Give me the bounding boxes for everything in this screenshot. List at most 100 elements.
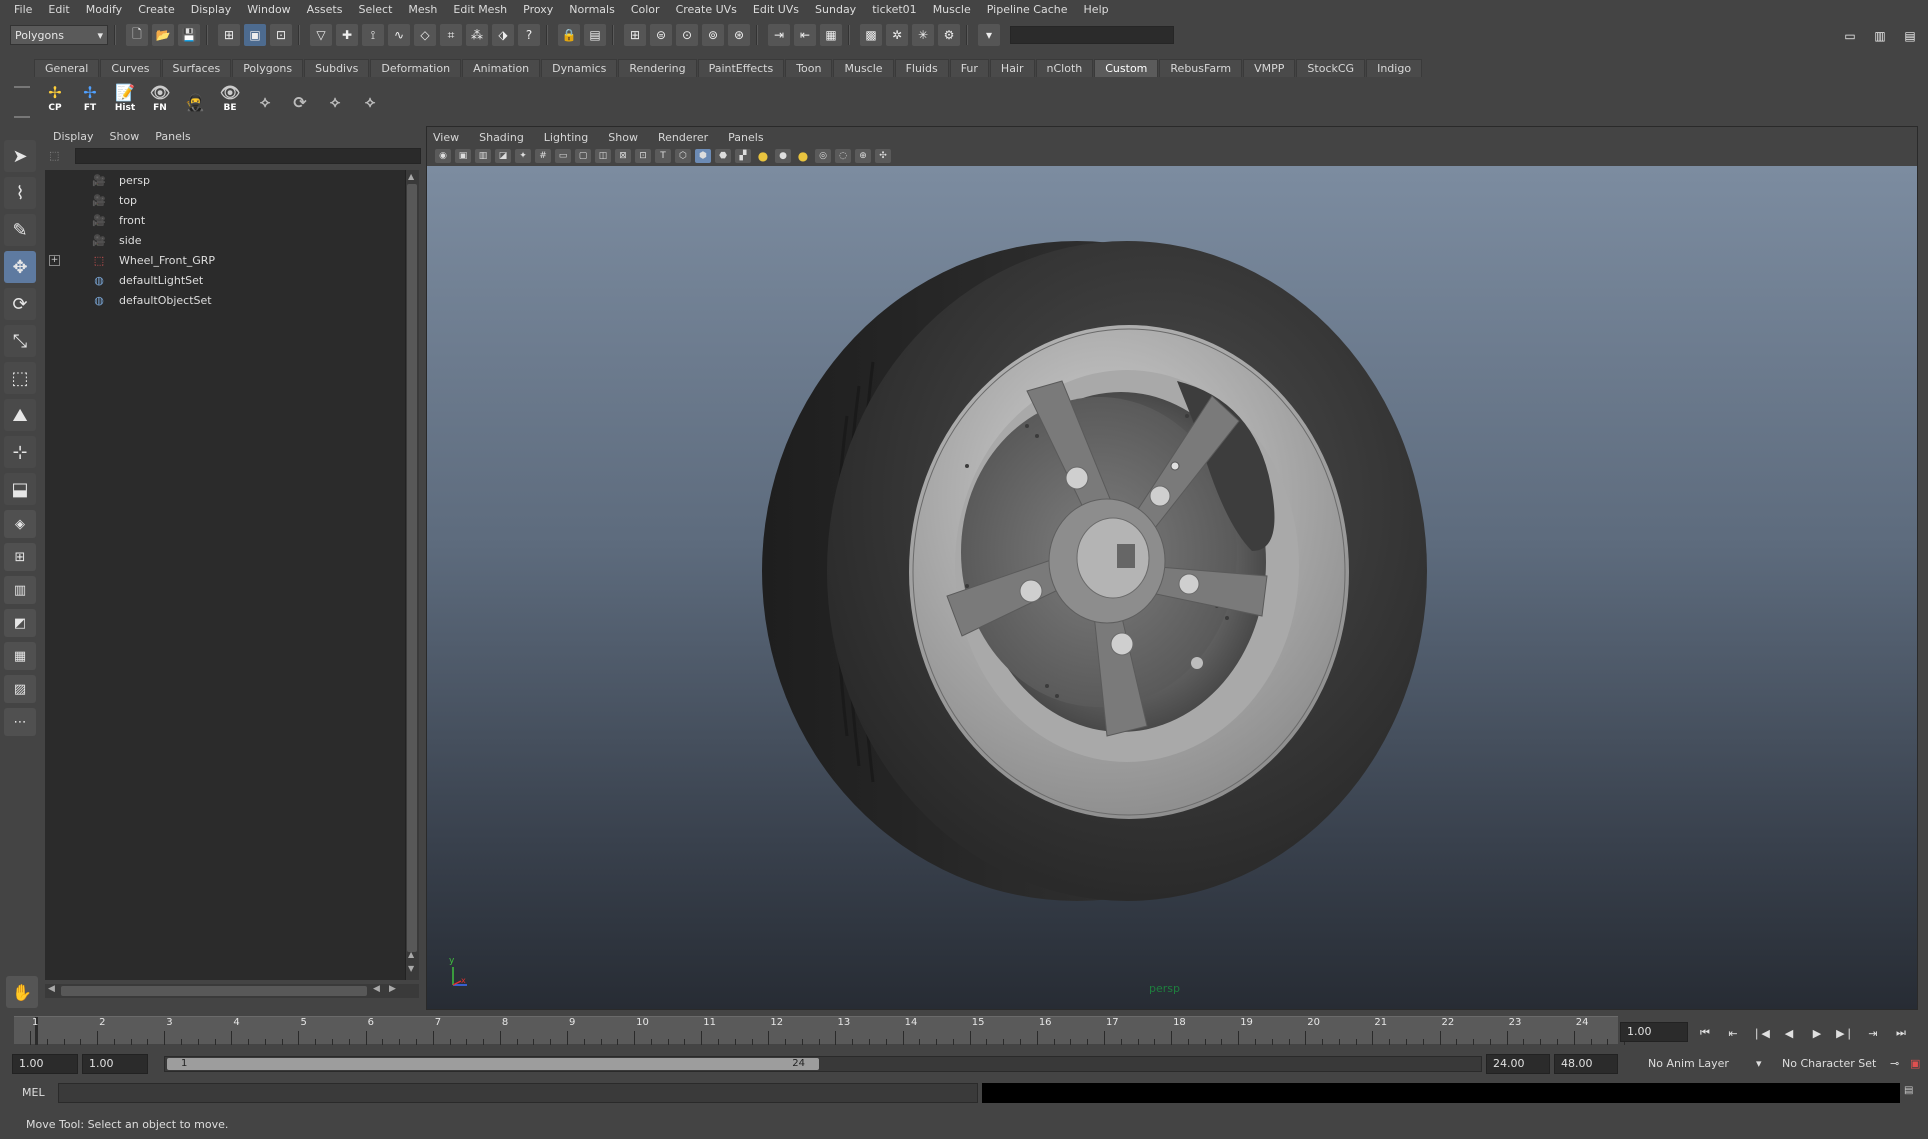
outliner-item[interactable]: ◍ defaultLightSet (45, 270, 405, 290)
select-rendering-icon[interactable]: ⬗ (492, 24, 514, 46)
shelf-button-script-4[interactable]: 🥷 (180, 79, 210, 113)
shelf-tab-hair[interactable]: Hair (989, 59, 1035, 77)
shelf-tab-animation[interactable]: Animation (462, 59, 541, 77)
menu-edit-mesh[interactable]: Edit Mesh (445, 0, 515, 20)
mel-command-input[interactable] (58, 1083, 978, 1103)
shelf-tab-polygons[interactable]: Polygons (232, 59, 304, 77)
shelf-tab-rendering[interactable]: Rendering (618, 59, 697, 77)
universal-manipulator-icon[interactable]: ⬚ (4, 362, 36, 394)
shelf-tab-rebusfarm[interactable]: RebusFarm (1159, 59, 1243, 77)
character-set-dropdown[interactable]: No Character Set (1772, 1054, 1892, 1074)
xray-joints-icon[interactable]: ⊕ (855, 149, 871, 163)
outliner-item[interactable]: 🎥 top (45, 190, 405, 210)
ipr-render-icon[interactable]: ✳ (912, 24, 934, 46)
toggle-channel-box-icon[interactable]: ▤ (1900, 25, 1920, 47)
make-live-icon[interactable]: ⊛ (728, 24, 750, 46)
resolution-gate-icon[interactable]: ▢ (575, 149, 591, 163)
lasso-tool-icon[interactable]: ⌇ (4, 177, 36, 209)
step-back-frame-icon[interactable]: ❘◀ (1751, 1024, 1771, 1042)
save-scene-icon[interactable]: 💾 (178, 24, 200, 46)
current-time-field[interactable]: 1.00 (1620, 1022, 1688, 1042)
highlight-selection-icon[interactable]: ▤ (584, 24, 606, 46)
two-d-pan-zoom-icon[interactable]: ✦ (515, 149, 531, 163)
shelf-tab-subdivs[interactable]: Subdivs (304, 59, 370, 77)
render-current-frame-icon[interactable]: ✲ (886, 24, 908, 46)
safe-title-icon[interactable]: T (655, 149, 671, 163)
viewport-menu-view[interactable]: View (433, 131, 459, 144)
outliner-menu-show[interactable]: Show (110, 130, 140, 143)
shelf-tab-fur[interactable]: Fur (949, 59, 989, 77)
shelf-button-be[interactable]: 👁 BE (215, 79, 245, 114)
select-surfaces-icon[interactable]: ◇ (414, 24, 436, 46)
select-dynamics-icon[interactable]: ⁂ (466, 24, 488, 46)
shelf-tab-muscle[interactable]: Muscle (833, 59, 894, 77)
menu-create[interactable]: Create (130, 0, 183, 20)
shelf-tab-ncloth[interactable]: nCloth (1035, 59, 1094, 77)
menu-muscle[interactable]: Muscle (925, 0, 979, 20)
shelf-button-hist[interactable]: 📝 Hist (110, 79, 140, 114)
shelf-tab-surfaces[interactable]: Surfaces (161, 59, 232, 77)
lock-selection-icon[interactable]: 🔒 (558, 24, 580, 46)
bookmarks-icon[interactable]: ▥ (475, 149, 491, 163)
select-camera-icon[interactable]: ◉ (435, 149, 451, 163)
outliner-item[interactable]: + ⬚ Wheel_Front_GRP (45, 250, 405, 270)
menu-pipeline-cache[interactable]: Pipeline Cache (979, 0, 1076, 20)
quick-selection-field[interactable] (1010, 26, 1174, 44)
select-object-icon[interactable]: ▣ (244, 24, 266, 46)
scroll-left-end-icon[interactable]: ◀ (373, 984, 380, 994)
render-settings-icon[interactable]: ⚙ (938, 24, 960, 46)
render-view-icon[interactable]: ▩ (860, 24, 882, 46)
time-slider-track[interactable]: 1 2 3 4 5 6 7 8 9 10 11 12 13 14 15 16 17 18 19 20 21 22 23 24 (14, 1016, 1626, 1045)
step-forward-key-icon[interactable]: ⇥ (1863, 1024, 1883, 1042)
playback-end-field[interactable]: 24.00 (1486, 1054, 1550, 1074)
outliner-item[interactable]: ◍ defaultObjectSet (45, 290, 405, 310)
four-view-layout-icon[interactable]: ⊞ (4, 543, 36, 571)
playback-start-field[interactable]: 1.00 (82, 1054, 148, 1074)
soft-modification-icon[interactable]: ⛰ (4, 399, 36, 431)
menu-mesh[interactable]: Mesh (400, 0, 445, 20)
select-deformers-icon[interactable]: ⌗ (440, 24, 462, 46)
shelf-button-fn[interactable]: 👁 FN (145, 79, 175, 114)
select-joints-icon[interactable]: ⟟ (362, 24, 384, 46)
menu-edit[interactable]: Edit (40, 0, 77, 20)
shelf-button-ft[interactable]: ✢ FT (75, 79, 105, 114)
outliner-vertical-scrollbar[interactable]: ▲ ▲ ▼ (405, 170, 419, 980)
menu-color[interactable]: Color (623, 0, 668, 20)
input-line-mode-icon[interactable]: ▾ (978, 24, 1000, 46)
shelf-tab-fluids[interactable]: Fluids (894, 59, 949, 77)
film-gate-icon[interactable]: ▭ (555, 149, 571, 163)
new-scene-icon[interactable]: 🗋 (126, 24, 148, 46)
snap-view-plane-icon[interactable]: ⊚ (702, 24, 724, 46)
xray-components-icon[interactable]: ✣ (875, 149, 891, 163)
hand-tool-icon[interactable]: ✋ (6, 976, 38, 1008)
outliner-menu-panels[interactable]: Panels (155, 130, 190, 143)
go-to-end-icon[interactable]: ⏭ (1891, 1024, 1911, 1042)
shelf-tab-general[interactable]: General (34, 59, 100, 77)
hypershade-layout-icon[interactable]: ▦ (4, 642, 36, 670)
script-editor-icon[interactable]: ▤ (1904, 1085, 1918, 1099)
menu-ticket01[interactable]: ticket01 (864, 0, 924, 20)
menu-edit-uvs[interactable]: Edit UVs (745, 0, 807, 20)
input-ops-icon[interactable]: ⇥ (768, 24, 790, 46)
toggle-tool-settings-icon[interactable]: ▥ (1870, 25, 1890, 47)
time-slider[interactable]: 1 2 3 4 5 6 7 8 9 10 11 12 13 14 15 16 17 18 19 20 21 22 23 24 (14, 1014, 1626, 1048)
grid-icon[interactable]: # (535, 149, 551, 163)
persp-graph-hypershade-layout-icon[interactable]: ▨ (4, 675, 36, 703)
scroll-thumb[interactable] (407, 184, 417, 952)
animation-preferences-icon[interactable]: ▣ (1900, 1054, 1924, 1074)
go-to-start-icon[interactable]: ⏮ (1695, 1024, 1715, 1042)
perspective-viewport[interactable]: View Shading Lighting Show Renderer Panels ◉ … (426, 126, 1918, 1010)
snap-curve-icon[interactable]: ⊜ (650, 24, 672, 46)
menu-select[interactable]: Select (350, 0, 400, 20)
step-forward-frame-icon[interactable]: ▶❘ (1835, 1024, 1855, 1042)
gate-mask-icon[interactable]: ◫ (595, 149, 611, 163)
outliner-item[interactable]: 🎥 persp (45, 170, 405, 190)
menu-file[interactable]: File (6, 0, 40, 20)
scroll-left-icon[interactable]: ◀ (48, 984, 55, 994)
last-tool-icon[interactable]: ⬓ (4, 473, 36, 505)
shelf-tab-stockcg[interactable]: StockCG (1296, 59, 1366, 77)
menu-create-uvs[interactable]: Create UVs (668, 0, 745, 20)
select-tool-icon[interactable]: ➤ (4, 140, 36, 172)
viewport-canvas[interactable]: y x persp (427, 166, 1917, 1009)
wireframe-on-shaded-icon[interactable]: ⬣ (715, 149, 731, 163)
